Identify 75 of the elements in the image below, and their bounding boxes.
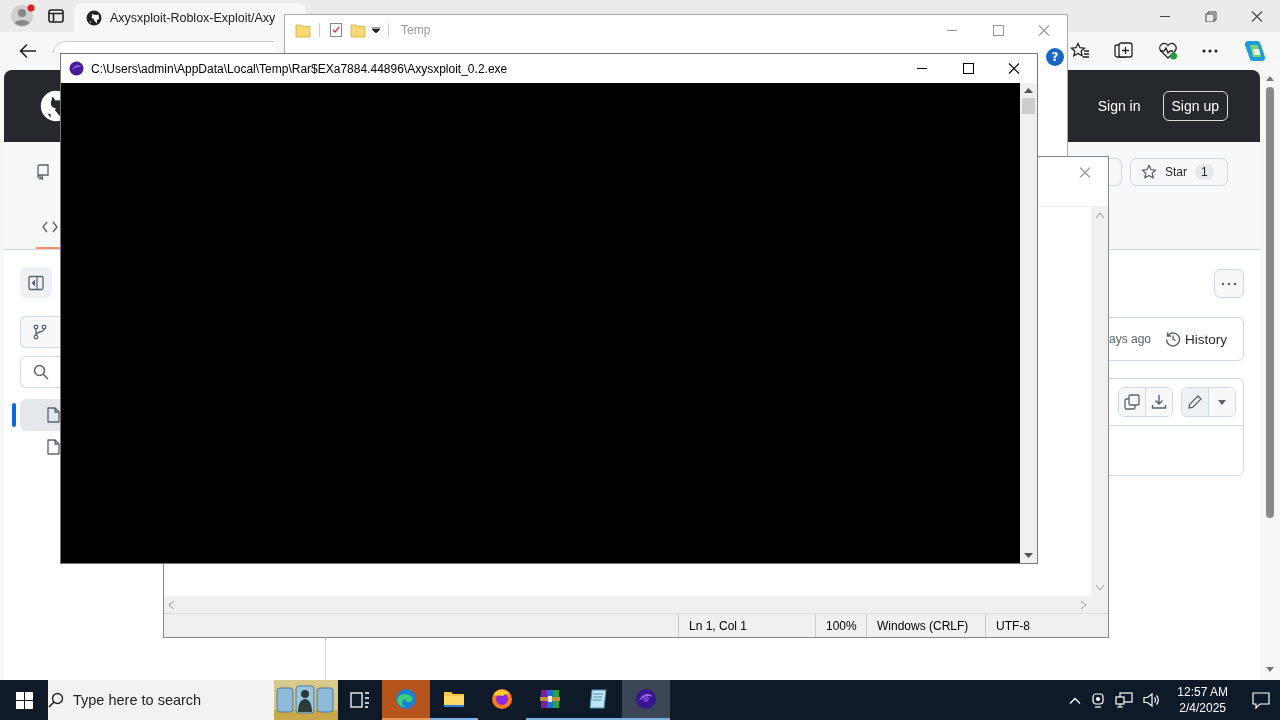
more-icon[interactable] [1202, 49, 1218, 53]
clock[interactable]: 12:57 AM 2/4/2025 [1177, 684, 1228, 716]
taskbar-app[interactable] [622, 680, 670, 720]
search-field[interactable]: Type here to search [48, 680, 338, 720]
orb-icon [69, 61, 84, 76]
star-label: Star [1165, 165, 1187, 179]
star-count: 1 [1195, 164, 1214, 180]
maximize-icon[interactable] [962, 63, 974, 74]
favorites-icon[interactable] [1070, 42, 1090, 60]
copy-button[interactable] [1119, 388, 1145, 416]
window-title: Temp [401, 23, 431, 37]
scroll-up-icon[interactable] [1024, 88, 1033, 93]
sign-in-link[interactable]: Sign in [1097, 98, 1141, 114]
address-field[interactable] [52, 41, 274, 53]
scroll-up-icon[interactable] [1266, 76, 1274, 81]
scroll-thumb[interactable] [1022, 98, 1035, 114]
edit-menu-button[interactable] [1208, 388, 1235, 416]
heart-pulse-icon[interactable] [1158, 42, 1178, 60]
windows-logo-icon[interactable] [15, 691, 33, 709]
sidebar-toggle-button[interactable] [20, 267, 52, 298]
history-link[interactable]: History [1165, 331, 1227, 347]
more-icon [1221, 281, 1237, 286]
tab-actions-icon[interactable] [48, 9, 64, 23]
panel-icon [28, 274, 44, 291]
download-icon [1151, 394, 1167, 410]
close-icon[interactable] [1008, 63, 1020, 74]
checklist-icon[interactable] [328, 22, 344, 38]
status-text: Windows (CRLF) [866, 614, 985, 637]
help-button[interactable]: ? [1046, 48, 1064, 66]
notification-icon[interactable] [1252, 691, 1270, 709]
wave-circle-icon [394, 687, 418, 711]
caret-icon [1218, 399, 1226, 405]
profile-icon[interactable] [10, 3, 36, 29]
globe-icon [490, 687, 514, 711]
file-icon [46, 407, 60, 423]
scrollbar[interactable] [1020, 83, 1037, 563]
collections-icon[interactable] [1114, 42, 1134, 60]
window-title: C:\Users\admin\AppData\Local\Temp\Rar$EXa7884.44896\Axysxploit_0.2.exe [91, 61, 508, 76]
notepad-icon [586, 687, 610, 711]
sign-up-button[interactable]: Sign up [1162, 91, 1228, 121]
octocat-icon [86, 9, 102, 26]
star-icon [1141, 164, 1157, 180]
volume-icon[interactable] [1143, 692, 1162, 708]
orb-icon [634, 687, 658, 711]
books-icon [538, 687, 562, 711]
task-view-icon[interactable] [350, 691, 370, 709]
status-text: 100% [815, 614, 866, 637]
history-icon [1165, 331, 1181, 347]
star-button[interactable]: Star 1 [1130, 158, 1228, 186]
browser-tab[interactable]: Axysxploit-Roblox-Exploit/Axy [74, 3, 306, 32]
branch-icon [33, 324, 47, 340]
code-icon [42, 221, 58, 233]
tab-title: Axysxploit-Roblox-Exploit/Axy [110, 10, 276, 25]
copy-icon [1124, 394, 1140, 410]
status-text: UTF-8 [985, 614, 1085, 637]
network-icon[interactable] [1115, 692, 1134, 708]
chevron-up-icon[interactable] [1069, 696, 1082, 704]
camera-icon[interactable] [1091, 692, 1106, 708]
dropdown-icon[interactable] [372, 27, 380, 33]
file-icon [46, 439, 60, 455]
edit-button[interactable] [1182, 388, 1208, 416]
pencil-icon [1187, 394, 1203, 410]
scroll-down-icon[interactable] [1024, 553, 1033, 558]
scroll-down-icon[interactable] [1266, 667, 1274, 672]
download-button[interactable] [1145, 388, 1172, 416]
search-icon [33, 364, 49, 380]
status-text: Ln 1, Col 1 [678, 614, 815, 637]
restore-icon[interactable] [1205, 10, 1217, 22]
commit-age: ays ago [1108, 332, 1151, 346]
branch-button[interactable] [20, 316, 60, 348]
back-arrow-icon[interactable] [19, 43, 37, 59]
copilot-icon[interactable] [1242, 40, 1266, 62]
file-item[interactable] [20, 399, 60, 431]
search-icon [48, 692, 64, 708]
repo-icon [36, 164, 50, 180]
